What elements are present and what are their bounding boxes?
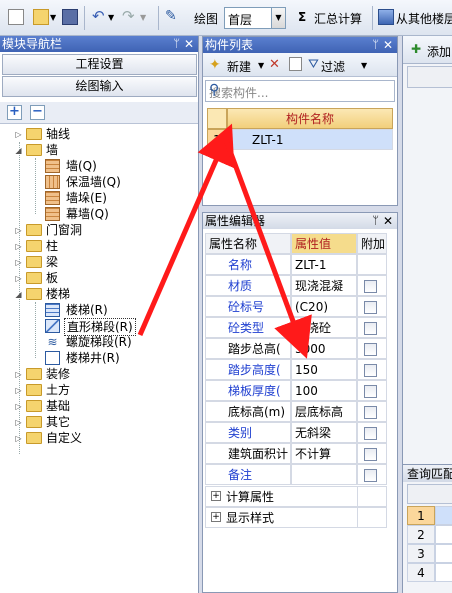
arrow-to-component-row xyxy=(137,123,235,336)
annotation-arrows xyxy=(137,123,312,359)
arrow-to-step-height xyxy=(223,139,312,359)
